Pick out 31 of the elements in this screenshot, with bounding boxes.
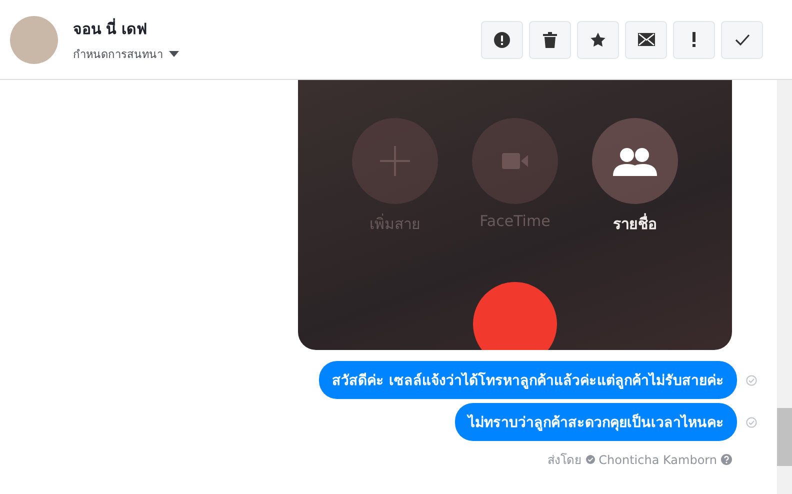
contact-name: จอน นี่ เดฟ (73, 17, 148, 40)
trash-button[interactable] (529, 20, 571, 58)
caret-icon (169, 50, 179, 56)
message-bubble: สวัสดีค่ะ เซลล์แจ้งว่าได้โทรหาลูกค้าแล้วค่ะแต่ลูกค้าไม่รับสายค่ะ (319, 361, 737, 399)
exclamation-icon (692, 32, 696, 47)
call-option-label: เพิ่มสาย (370, 212, 420, 235)
help-icon (721, 454, 732, 465)
call-option-label: FaceTime (480, 212, 550, 230)
sent-by-label: ส่งโดย (548, 452, 582, 469)
video-camera-icon (502, 153, 528, 169)
alert-button[interactable] (481, 20, 523, 58)
envelope-icon (638, 33, 654, 46)
people-icon (613, 146, 657, 176)
mail-button[interactable] (625, 20, 667, 58)
sender-name: Chonticha Kamborn (598, 452, 717, 466)
star-button[interactable] (577, 20, 619, 58)
sent-check-icon (746, 416, 757, 428)
trash-icon (543, 32, 557, 48)
call-option-label: รายชื่อ (613, 212, 657, 235)
message-bubble: ไม่ทราบว่าลูกค้าสะดวกคุยเป็นเวลาไหนคะ (455, 403, 737, 441)
sent-check-icon (746, 374, 757, 386)
check-circle-icon (586, 455, 595, 464)
plus-icon (380, 146, 410, 176)
conversation-settings-dropdown[interactable]: กำหนดการสนทนา (73, 44, 179, 62)
check-icon (734, 34, 750, 46)
exclaim-button[interactable] (673, 20, 715, 58)
scrollbar-thumb[interactable] (777, 408, 792, 466)
avatar (10, 16, 58, 64)
alert-icon (494, 32, 510, 48)
star-icon (590, 32, 606, 48)
check-button[interactable] (721, 20, 763, 58)
